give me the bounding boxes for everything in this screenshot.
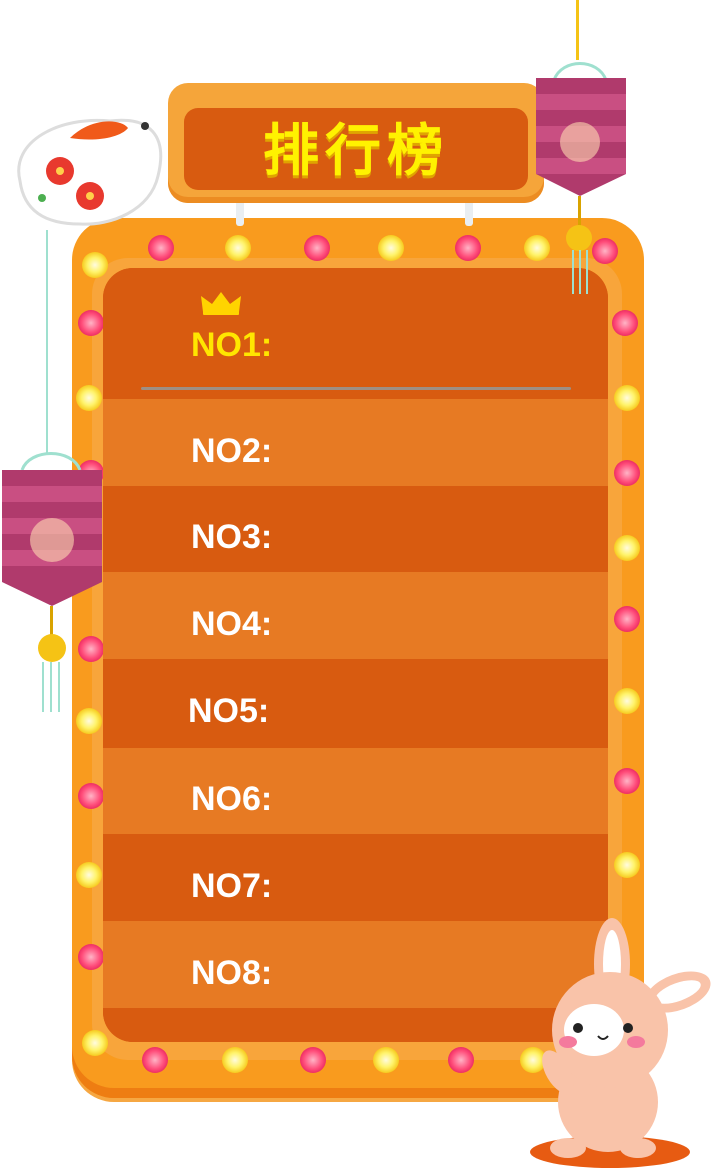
rank-row-2: NO2: [103, 399, 608, 486]
light-bulb [614, 460, 640, 486]
rank-row-7: NO7: [103, 834, 608, 921]
light-bulb [614, 385, 640, 411]
rank-label-2: NO2: [191, 432, 273, 470]
light-bulb [612, 310, 638, 336]
light-bulb [76, 385, 102, 411]
rabbit-icon [17, 118, 163, 226]
light-bulb [76, 862, 102, 888]
rabbit-mascot-icon [530, 918, 711, 1168]
light-bulb [300, 1047, 326, 1073]
light-bulb [373, 1047, 399, 1073]
light-bulb [614, 688, 640, 714]
rank-label-7: NO7: [191, 867, 273, 905]
rank-label-3: NO3: [191, 518, 273, 556]
top-rank-divider [141, 387, 571, 390]
rank-row-1: NO1: [103, 268, 608, 399]
rank-label-8: NO8: [191, 954, 273, 992]
light-bulb [148, 235, 174, 261]
rank-row-4: NO4: [103, 572, 608, 659]
light-bulb [614, 606, 640, 632]
rank-label-6: NO6: [191, 780, 273, 818]
light-bulb [222, 1047, 248, 1073]
rank-row-5: NO5: [103, 659, 608, 748]
rank-label-4: NO4: [191, 605, 273, 643]
rank-row-3: NO3: [103, 486, 608, 572]
light-bulb [225, 235, 251, 261]
light-bulb [142, 1047, 168, 1073]
light-bulb [378, 235, 404, 261]
rank-label-5: NO5: [188, 692, 270, 730]
lantern-icon [536, 0, 626, 294]
light-bulb [78, 944, 104, 970]
light-bulb [78, 783, 104, 809]
light-bulb [614, 768, 640, 794]
light-bulb [304, 235, 330, 261]
light-bulb [78, 310, 104, 336]
light-bulb [614, 535, 640, 561]
light-bulb [455, 235, 481, 261]
light-bulb [448, 1047, 474, 1073]
crown-icon [201, 292, 241, 315]
lantern-icon [2, 452, 102, 712]
lantern-string-left [46, 230, 48, 455]
rank-label-1: NO1: [191, 326, 273, 364]
rank-row-6: NO6: [103, 748, 608, 834]
page-title: 排行榜 [263, 119, 449, 182]
light-bulb [614, 852, 640, 878]
